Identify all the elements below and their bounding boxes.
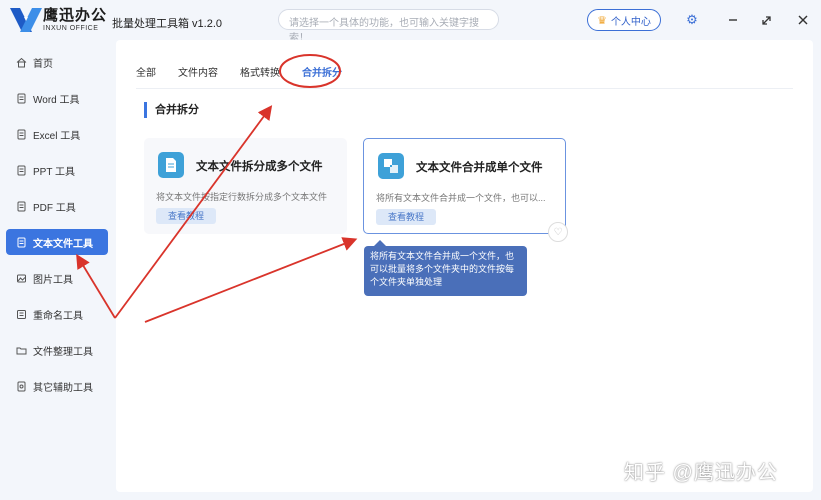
highlight-circle bbox=[279, 54, 341, 88]
watermark: 知乎 @鹰迅办公 bbox=[624, 462, 778, 484]
annotation-arrow bbox=[114, 105, 273, 319]
annotation-overlay bbox=[76, 54, 358, 323]
annotation-arrow bbox=[144, 237, 358, 323]
annotation-arrow bbox=[76, 253, 116, 319]
